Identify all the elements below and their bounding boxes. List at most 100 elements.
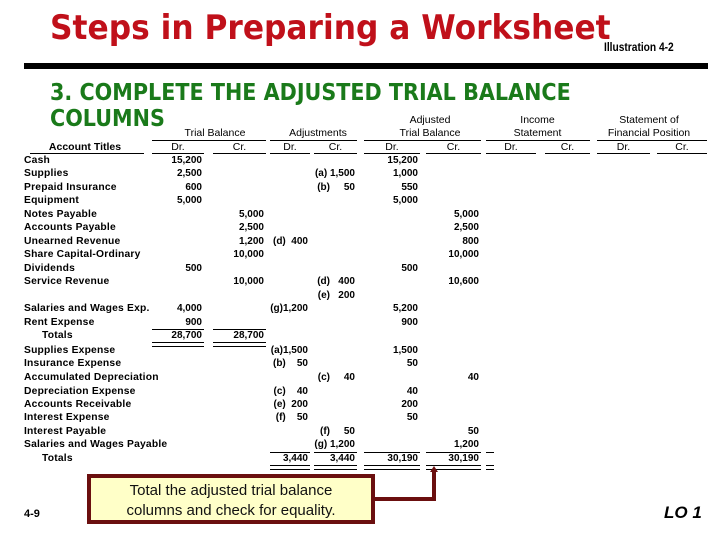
atb-dr-cell: 500 xyxy=(401,263,418,274)
adj-cr-cell: (g) 1,200 xyxy=(314,439,355,450)
column-underline xyxy=(30,153,144,154)
tb-dr-cell: 15,200 xyxy=(171,155,202,166)
header-adjusted-2: Trial Balance xyxy=(399,127,461,139)
total-double-rule xyxy=(486,465,494,470)
group-underline xyxy=(364,140,481,141)
atb-dr-cell: 15,200 xyxy=(387,155,418,166)
cr-header: Cr. xyxy=(560,141,575,153)
atb-dr-cell: 900 xyxy=(401,317,418,328)
cr-header: Cr. xyxy=(675,141,689,153)
column-underline xyxy=(657,153,707,154)
account-title: Salaries and Wages Exp. xyxy=(24,303,150,314)
tb-cr-cell: 2,500 xyxy=(238,222,264,233)
group-underline xyxy=(152,140,266,141)
callout-arrow-shaft xyxy=(432,470,436,501)
tb-dr-cell: 900 xyxy=(185,317,202,328)
adj-dr-cell: (d) 400 xyxy=(272,236,308,247)
account-title: Equipment xyxy=(24,195,79,206)
atb-dr-cell: 40 xyxy=(406,386,418,397)
account-title: Rent Expense xyxy=(24,317,95,328)
account-title: Dividends xyxy=(24,263,76,274)
cr-header: Cr. xyxy=(232,141,247,153)
account-title: Accounts Receivable xyxy=(24,399,132,410)
tb-dr-cell: 2,500 xyxy=(176,168,202,179)
atb-dr-cell: 5,200 xyxy=(392,303,418,314)
adj-dr-cell: (a)1,500 xyxy=(270,345,308,356)
header-income-2: Statement xyxy=(513,127,562,139)
column-underline xyxy=(270,153,310,154)
total-double-rule xyxy=(270,465,310,470)
callout-box: Total the adjusted trial balance columns… xyxy=(87,474,375,524)
adj-dr-cell: (e) 200 xyxy=(273,399,308,410)
account-title: Salaries and Wages Payable xyxy=(24,439,168,450)
account-title: Cash xyxy=(24,155,50,166)
totals-label: Totals xyxy=(42,453,73,464)
account-title: Prepaid Insurance xyxy=(24,182,117,193)
total-double-rule xyxy=(364,465,420,470)
account-title: Supplies xyxy=(24,168,69,179)
account-title: Share Capital-Ordinary xyxy=(24,249,141,260)
adj-cr-cell: (a) 1,500 xyxy=(314,168,355,179)
header-sofp-2: Financial Position xyxy=(607,127,691,139)
adj-dr-cell: 3,440 xyxy=(282,453,308,464)
column-underline xyxy=(597,153,650,154)
dr-header: Dr. xyxy=(171,141,185,153)
atb-cr-cell: 10,600 xyxy=(448,276,479,287)
dr-header: Dr. xyxy=(283,141,297,153)
account-title: Depreciation Expense xyxy=(24,386,136,397)
atb-dr-cell: 30,190 xyxy=(387,453,418,464)
atb-cr-cell: 10,000 xyxy=(448,249,479,260)
atb-cr-cell: 2,500 xyxy=(453,222,479,233)
dr-header: Dr. xyxy=(616,141,631,153)
tb-cr-cell: 10,000 xyxy=(233,249,264,260)
group-underline xyxy=(486,140,590,141)
atb-dr-cell: 200 xyxy=(401,399,418,410)
column-underline xyxy=(314,153,357,154)
group-underline xyxy=(270,140,357,141)
atb-dr-cell: 5,000 xyxy=(392,195,418,206)
tb-cr-cell: 28,700 xyxy=(233,330,264,341)
account-title: Insurance Expense xyxy=(24,358,122,369)
adj-cr-cell: (f) 50 xyxy=(319,426,355,437)
arrow-up-icon xyxy=(430,466,438,472)
atb-dr-cell: 50 xyxy=(406,358,418,369)
worksheet: Trial Balance Adjustments Adjusted Trial… xyxy=(0,0,720,540)
atb-cr-cell: 1,200 xyxy=(453,439,479,450)
adj-cr-cell: (d) 400 xyxy=(317,276,355,287)
total-double-rule xyxy=(213,342,266,347)
dr-header: Dr. xyxy=(385,141,399,153)
account-title: Accumulated Depreciation xyxy=(24,372,159,383)
column-underline xyxy=(152,153,204,154)
adj-dr-cell: (c) 40 xyxy=(273,386,308,397)
total-double-rule xyxy=(152,342,204,347)
totals-label: Totals xyxy=(42,330,73,341)
atb-cr-cell: 800 xyxy=(462,236,479,247)
account-title: Unearned Revenue xyxy=(24,236,121,247)
cr-header: Cr. xyxy=(446,141,461,153)
total-rule xyxy=(486,452,494,453)
header-adjustments: Adjustments xyxy=(289,127,347,139)
header-account-titles: Account Titles xyxy=(48,141,122,153)
tb-dr-cell: 600 xyxy=(185,182,202,193)
column-underline xyxy=(213,153,266,154)
atb-dr-cell: 1,500 xyxy=(392,345,418,356)
column-underline xyxy=(364,153,420,154)
account-title: Interest Payable xyxy=(24,426,107,437)
account-title: Accounts Payable xyxy=(24,222,116,233)
header-sofp-1: Statement of xyxy=(619,114,679,126)
cr-header: Cr. xyxy=(328,141,343,153)
account-title: Notes Payable xyxy=(24,209,97,220)
adj-cr-cell: (c) 40 xyxy=(317,372,355,383)
callout-connector xyxy=(375,497,436,501)
total-double-rule xyxy=(314,465,357,470)
adj-dr-cell: (f) 50 xyxy=(275,412,308,423)
account-title: Service Revenue xyxy=(24,276,110,287)
tb-dr-cell: 4,000 xyxy=(176,303,202,314)
adj-dr-cell: (b) 50 xyxy=(272,358,308,369)
page-number: 4-9 xyxy=(24,508,40,520)
adj-cr-cell: (e) 200 xyxy=(317,290,355,301)
atb-dr-cell: 1,000 xyxy=(392,168,418,179)
tb-dr-cell: 28,700 xyxy=(171,330,202,341)
header-income-1: Income xyxy=(520,114,555,126)
header-trial-balance: Trial Balance xyxy=(184,127,246,139)
